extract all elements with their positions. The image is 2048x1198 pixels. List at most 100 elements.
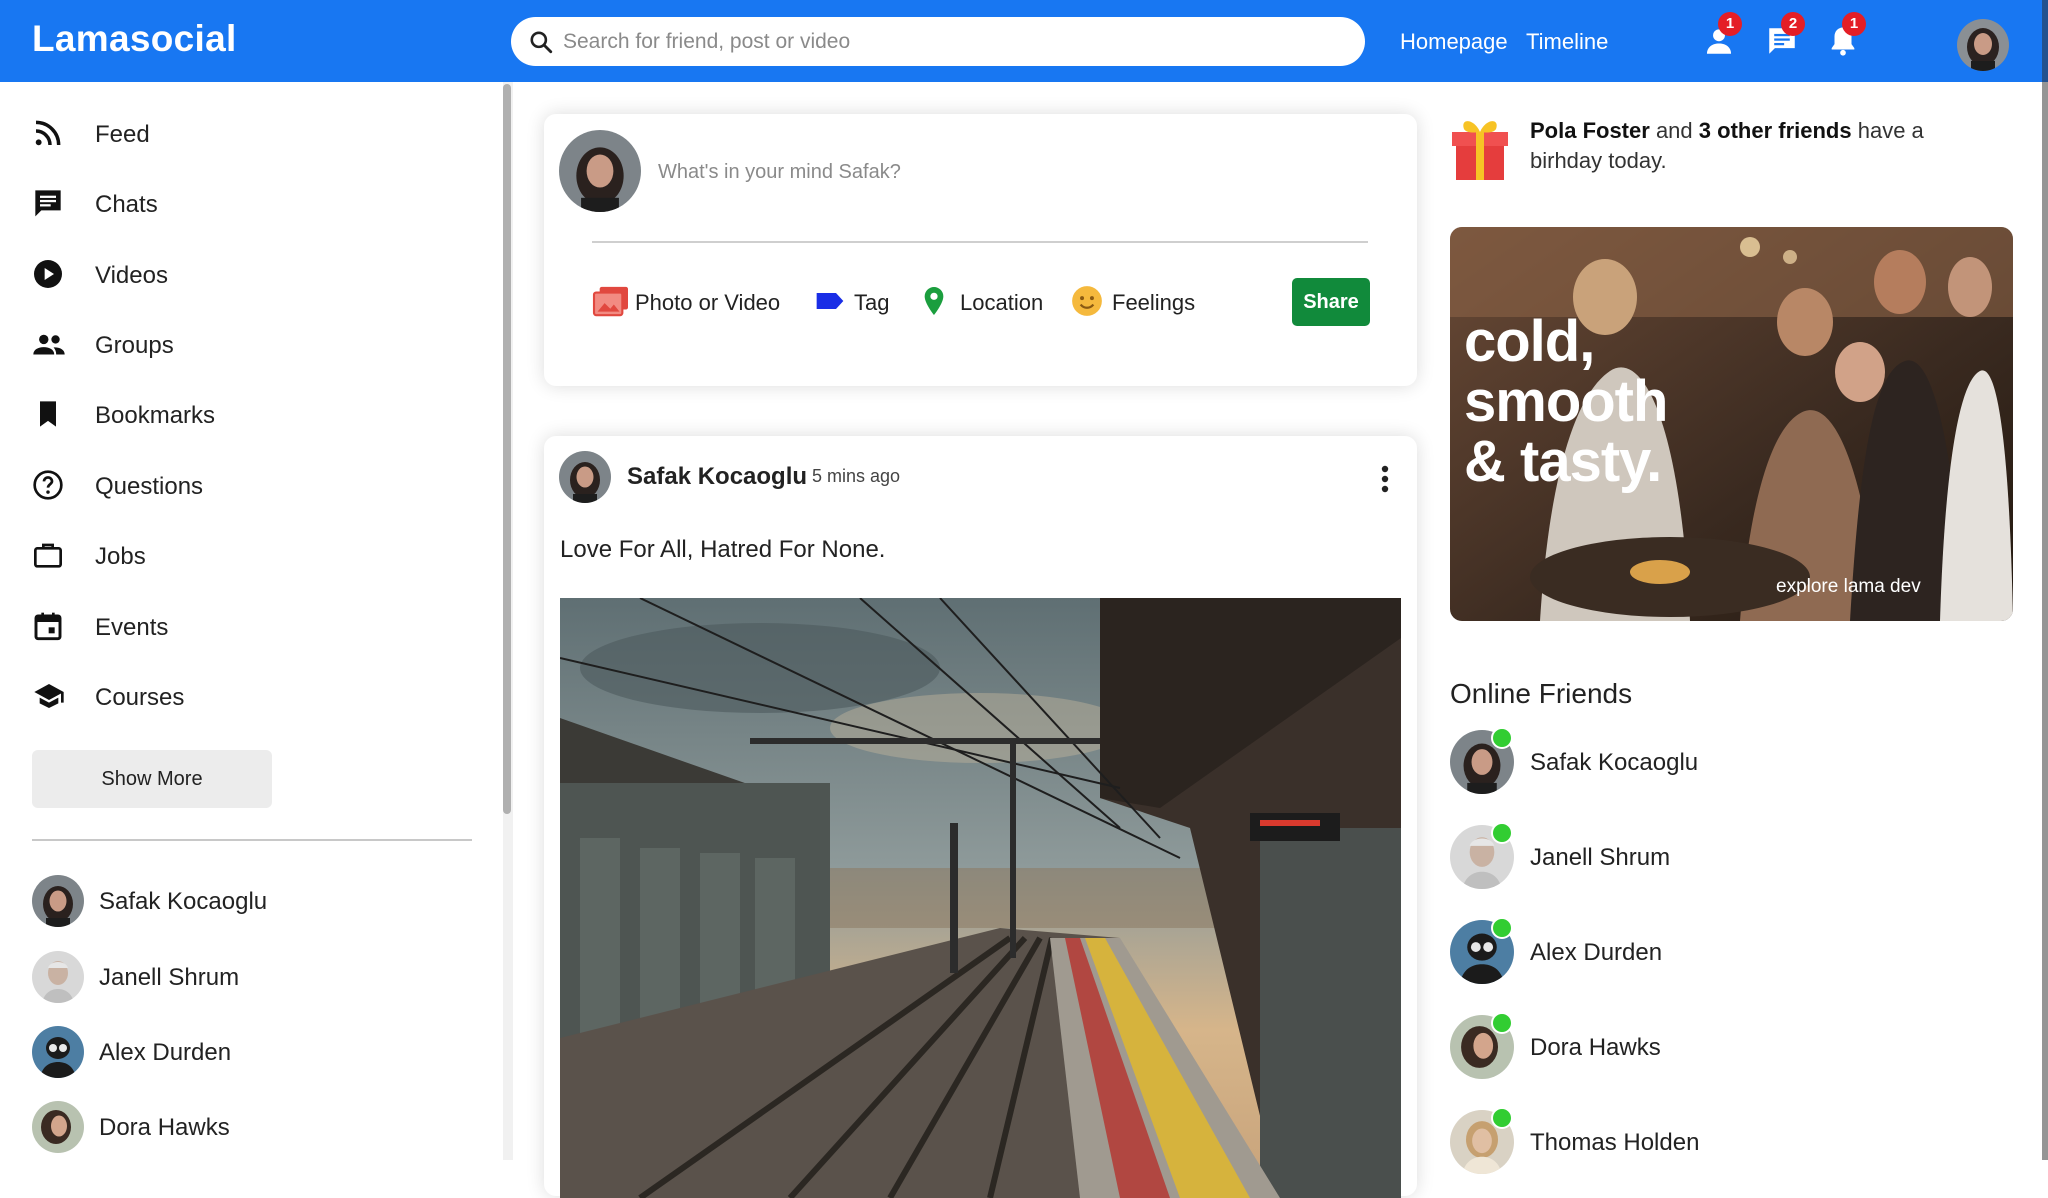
group-icon: [33, 334, 65, 355]
sidebar-item-label: Courses: [95, 684, 185, 711]
online-friend-name: Dora Hawks: [1530, 1034, 1661, 1061]
sidebar-item-jobs[interactable]: Jobs: [32, 534, 462, 578]
online-status-dot: [1491, 1012, 1513, 1034]
post-username[interactable]: Safak Kocaoglu: [627, 463, 807, 491]
ad-headline: cold, smooth & tasty.: [1464, 309, 1668, 494]
topbar: Lamasocial Homepage Timeline 1 2 1: [0, 0, 2048, 82]
sidebar-item-videos[interactable]: Videos: [32, 253, 462, 297]
show-more-button[interactable]: Show More: [32, 750, 272, 808]
friend-name: Safak Kocaoglu: [99, 888, 268, 915]
avatar: [32, 951, 84, 1003]
online-friend-name: Alex Durden: [1530, 939, 1663, 966]
birthday-other-friends[interactable]: 3 other friends: [1699, 118, 1852, 143]
friend-name: Dora Hawks: [99, 1114, 230, 1141]
friend-requests-button[interactable]: 1: [1698, 12, 1742, 64]
sidebar-item-label: Feed: [95, 121, 150, 148]
calendar-icon: [34, 612, 62, 641]
ad-subtitle: explore lama dev: [1776, 576, 1921, 597]
share-box: Photo or Video Tag Location Feelings Sha…: [544, 114, 1417, 386]
photo-icon: [592, 286, 628, 317]
option-label: Feelings: [1112, 290, 1196, 315]
notifications-badge: 1: [1842, 12, 1866, 36]
online-friend-item[interactable]: Dora Hawks: [1450, 1012, 1950, 1079]
avatar[interactable]: [559, 451, 611, 503]
sidebar-item-courses[interactable]: Courses: [32, 675, 462, 719]
friend-list-item[interactable]: Janell Shrum: [32, 951, 472, 1003]
online-friends-title: Online Friends: [1450, 678, 1633, 709]
post-card: Safak Kocaoglu 5 mins ago Love For All, …: [544, 436, 1417, 1198]
ad-headline-line: & tasty.: [1464, 429, 1662, 494]
location-pin-icon: [924, 287, 944, 315]
sidebar-item-label: Jobs: [95, 543, 146, 570]
sidebar-scrollbar-thumb[interactable]: [503, 84, 511, 814]
friend-list-item[interactable]: Alex Durden: [32, 1026, 472, 1078]
online-friend-item[interactable]: Alex Durden: [1450, 917, 1950, 984]
ad-headline-line: smooth: [1464, 369, 1668, 434]
location-option[interactable]: Location: [918, 282, 1048, 322]
search-icon: [530, 31, 553, 54]
briefcase-icon: [34, 543, 62, 568]
messages-button[interactable]: 2: [1761, 12, 1805, 64]
sidebar-item-label: Groups: [95, 332, 174, 359]
online-friend-name: Thomas Holden: [1530, 1129, 1700, 1156]
sidebar-item-label: Events: [95, 614, 169, 641]
sidebar-item-chats[interactable]: Chats: [32, 182, 462, 226]
homepage-link[interactable]: Homepage: [1400, 29, 1508, 55]
post-image[interactable]: [560, 598, 1401, 1198]
online-status-dot: [1491, 822, 1513, 844]
friend-list-item[interactable]: Safak Kocaoglu: [32, 875, 472, 927]
bookmark-icon: [40, 401, 56, 427]
birthday-text-and: and: [1655, 118, 1693, 143]
birthday-notice: Pola Foster and 3 other friends have a b…: [1530, 116, 1960, 176]
profile-avatar[interactable]: [1957, 19, 2009, 71]
friend-name: Alex Durden: [99, 1039, 232, 1066]
search-bar[interactable]: [511, 17, 1365, 66]
sidebar-item-questions[interactable]: Questions: [32, 464, 462, 508]
tag-icon: [816, 293, 844, 309]
share-input[interactable]: [658, 154, 1358, 190]
friend-list-item[interactable]: Dora Hawks: [32, 1101, 472, 1153]
app-logo[interactable]: Lamasocial: [32, 18, 237, 60]
online-friend-name: Janell Shrum: [1530, 844, 1671, 871]
photo-video-option[interactable]: Photo or Video: [592, 282, 792, 322]
online-friend-item[interactable]: Thomas Holden: [1450, 1107, 1950, 1174]
friend-name: Janell Shrum: [99, 964, 240, 991]
messages-badge: 2: [1781, 12, 1805, 36]
help-circle-icon: [33, 470, 63, 500]
timeline-link[interactable]: Timeline: [1526, 29, 1608, 55]
avatar: [32, 1026, 84, 1078]
post-text: Love For All, Hatred For None.: [560, 536, 886, 563]
avatar: [32, 1101, 84, 1153]
option-label: Photo or Video: [635, 290, 781, 315]
share-button[interactable]: Share: [1292, 278, 1370, 326]
search-input[interactable]: [563, 26, 1343, 57]
online-status-dot: [1491, 1107, 1513, 1129]
post-timestamp: 5 mins ago: [812, 466, 901, 486]
smiley-icon: [1072, 286, 1102, 316]
notifications-button[interactable]: 1: [1822, 12, 1866, 64]
school-icon: [34, 684, 64, 708]
window-edge: [2042, 0, 2048, 1160]
online-status-dot: [1491, 917, 1513, 939]
online-friend-name: Safak Kocaoglu: [1530, 749, 1699, 776]
sidebar-divider: [32, 839, 472, 841]
tag-option[interactable]: Tag: [814, 282, 904, 322]
ad-headline-line: cold,: [1464, 309, 1595, 374]
ad-banner[interactable]: cold, smooth & tasty. explore lama dev: [1450, 227, 2013, 621]
avatar: [559, 130, 641, 212]
sidebar-item-bookmarks[interactable]: Bookmarks: [32, 393, 462, 437]
feelings-option[interactable]: Feelings: [1070, 282, 1200, 322]
online-friend-item[interactable]: Janell Shrum: [1450, 822, 1950, 889]
sidebar-item-feed[interactable]: Feed: [32, 112, 462, 156]
more-vert-icon[interactable]: [1370, 460, 1400, 500]
sidebar-item-events[interactable]: Events: [32, 605, 462, 649]
birthday-friend-name[interactable]: Pola Foster: [1530, 118, 1650, 143]
sidebar-item-label: Chats: [95, 191, 158, 218]
chat-icon: [35, 190, 61, 217]
online-status-dot: [1491, 727, 1513, 749]
left-sidebar: Feed Chats Videos Groups Bookmarks Quest…: [0, 82, 502, 1160]
rss-feed-icon: [35, 120, 61, 146]
online-friend-item[interactable]: Safak Kocaoglu: [1450, 727, 1950, 794]
sidebar-item-label: Videos: [95, 262, 168, 289]
sidebar-item-groups[interactable]: Groups: [32, 323, 462, 367]
